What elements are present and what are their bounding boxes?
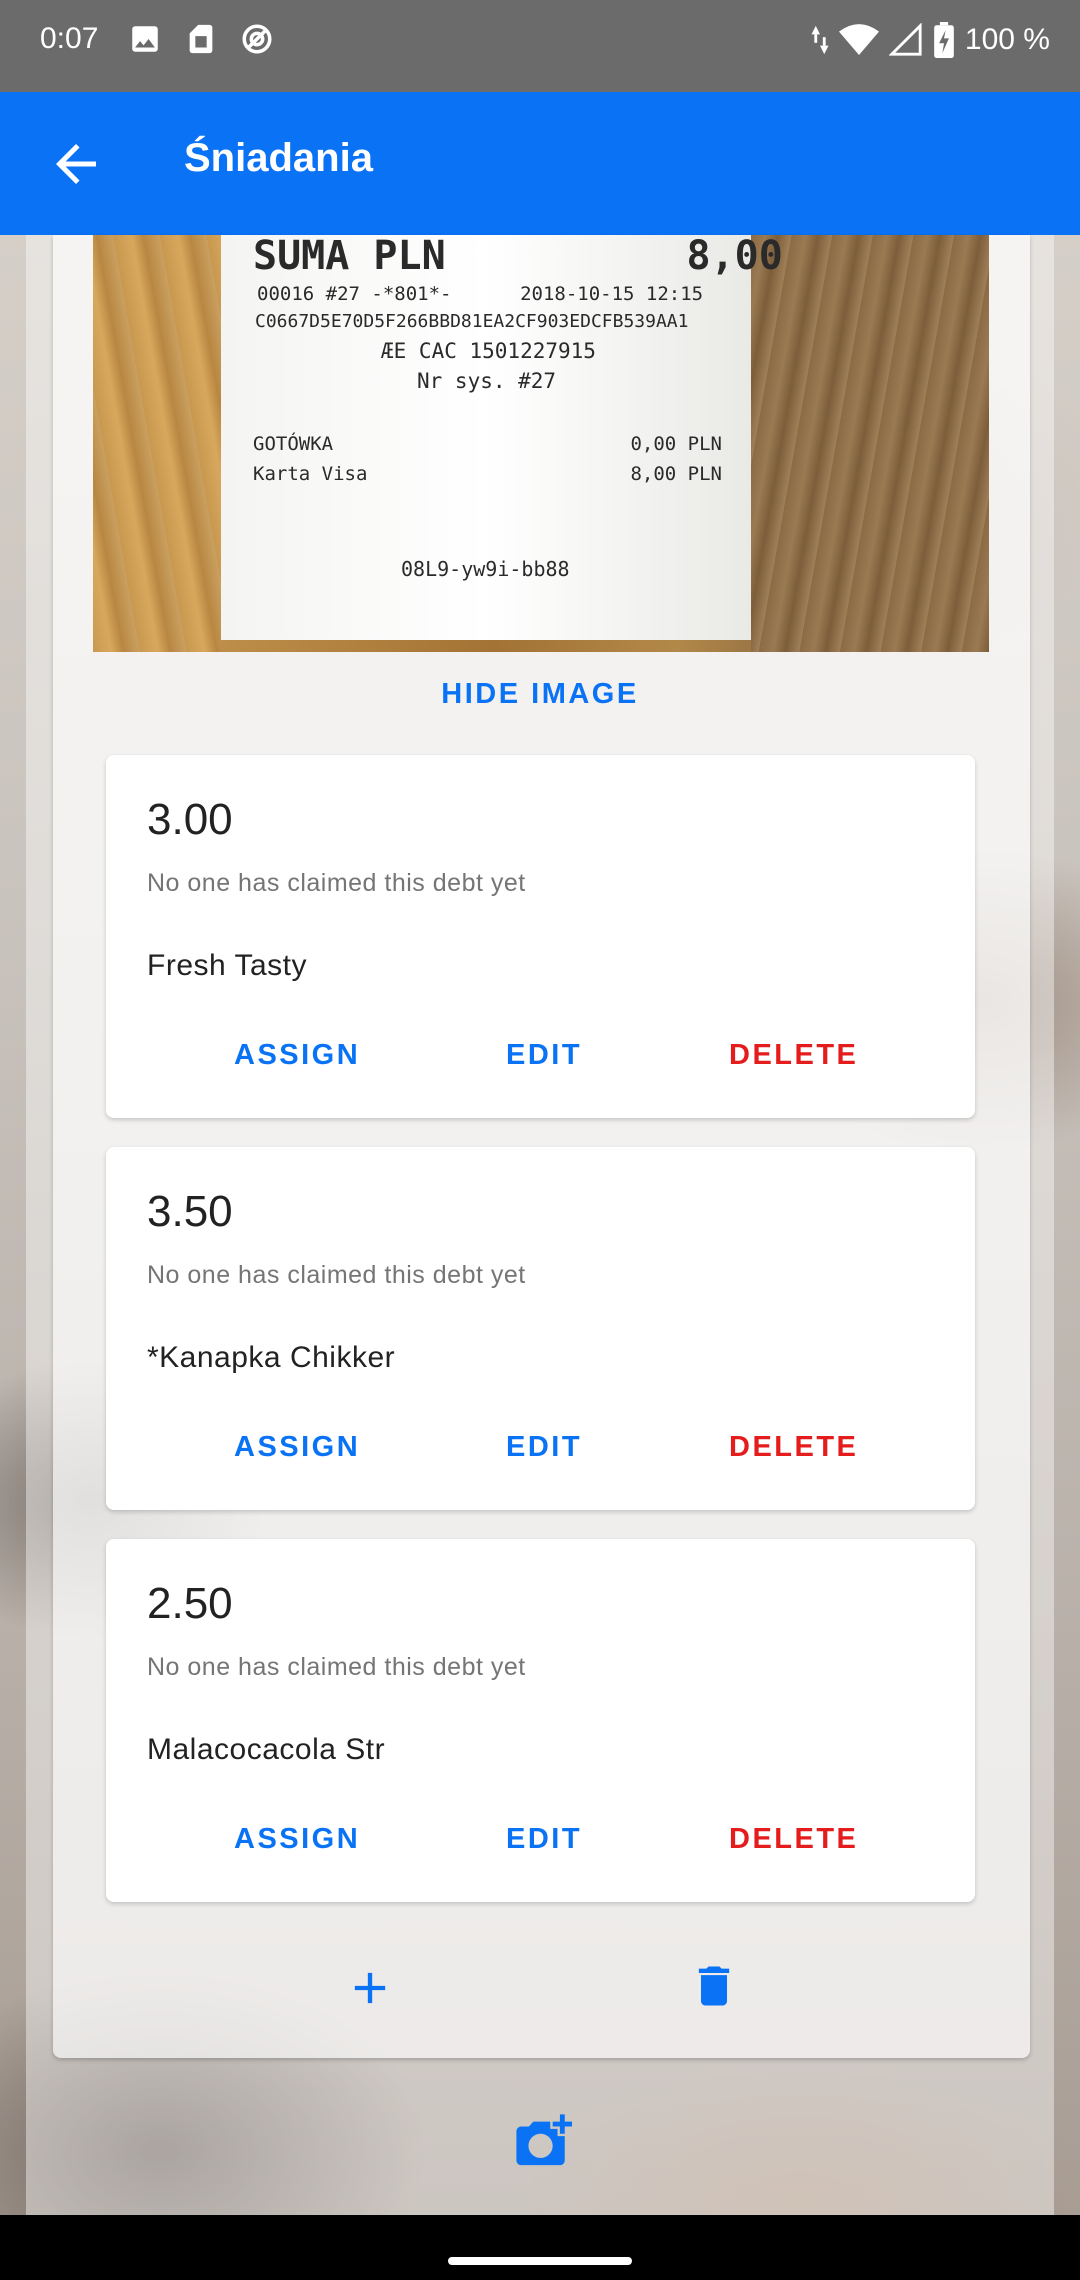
receipt-line: Nr sys. #27	[417, 369, 557, 393]
navigation-bar	[0, 2215, 1080, 2280]
edit-button[interactable]: EDIT	[506, 1823, 582, 1856]
sim-card-icon	[184, 22, 218, 56]
receipt-image: SUMA PLN 8,00 00016 #27 -*801*- 2018-10-…	[93, 235, 989, 652]
delete-button[interactable]: DELETE	[729, 1039, 858, 1072]
edit-button[interactable]: EDIT	[506, 1431, 582, 1464]
add-photo-icon[interactable]	[514, 2112, 572, 2175]
debt-amount: 3.00	[147, 795, 233, 844]
assign-button[interactable]: ASSIGN	[234, 1039, 360, 1072]
arrow-back-icon[interactable]	[46, 134, 106, 194]
trash-icon[interactable]	[688, 1960, 740, 2017]
receipt-line: ÆE CAC 1501227915	[381, 339, 596, 363]
notification-icons	[128, 22, 274, 56]
page-title: Śniadania	[184, 136, 373, 180]
delete-button[interactable]: DELETE	[729, 1431, 858, 1464]
debt-claim-status: No one has claimed this debt yet	[147, 1653, 526, 1681]
debt-claim-status: No one has claimed this debt yet	[147, 869, 526, 897]
receipt-line: C0667D5E70D5F266BBD81EA2CF903EDCFB539AA1	[255, 311, 689, 332]
receipt-line: 00016 #27 -*801*- 2018-10-15 12:15	[257, 283, 704, 305]
receipt-line: SUMA PLN 8,00	[253, 235, 783, 279]
data-transfer-icon	[811, 25, 829, 55]
debt-actions: ASSIGN EDIT DELETE	[106, 1039, 975, 1089]
debt-claim-status: No one has claimed this debt yet	[147, 1261, 526, 1289]
battery-percentage: 100 %	[964, 23, 1050, 56]
debt-card: 3.00 No one has claimed this debt yet Fr…	[106, 755, 975, 1118]
debt-name: *Kanapka Chikker	[147, 1341, 396, 1374]
receipt-line: 08L9-yw9i-bb88	[401, 557, 570, 581]
status-bar: 0:07 100 %	[0, 0, 1080, 92]
image-notification-icon	[128, 22, 162, 56]
home-gesture-handle[interactable]	[448, 2257, 632, 2265]
add-icon[interactable]	[344, 1962, 396, 2019]
assign-button[interactable]: ASSIGN	[234, 1431, 360, 1464]
system-status-icons: 100 %	[811, 22, 1050, 58]
debt-name: Fresh Tasty	[147, 949, 307, 982]
sync-icon	[240, 22, 274, 56]
receipt-line: GOTÓWKA 0,00 PLN	[253, 433, 722, 455]
status-time: 0:07	[40, 22, 99, 55]
assign-button[interactable]: ASSIGN	[234, 1823, 360, 1856]
debt-card: 3.50 No one has claimed this debt yet *K…	[106, 1147, 975, 1510]
app-bar: Śniadania	[0, 92, 1080, 235]
debt-name: Malacocacola Str	[147, 1733, 386, 1766]
delete-button[interactable]: DELETE	[729, 1823, 858, 1856]
debt-actions: ASSIGN EDIT DELETE	[106, 1823, 975, 1873]
receipt-paper: SUMA PLN 8,00 00016 #27 -*801*- 2018-10-…	[221, 235, 783, 640]
receipt-line: Karta Visa 8,00 PLN	[253, 463, 722, 485]
debt-amount: 3.50	[147, 1187, 233, 1236]
battery-charging-icon	[934, 22, 954, 58]
cell-signal-icon	[888, 23, 922, 56]
wifi-icon	[838, 24, 879, 55]
debt-card: 2.50 No one has claimed this debt yet Ma…	[106, 1539, 975, 1902]
debt-actions: ASSIGN EDIT DELETE	[106, 1431, 975, 1481]
debt-amount: 2.50	[147, 1579, 233, 1628]
hide-image-button[interactable]: HIDE IMAGE	[0, 678, 1080, 711]
edit-button[interactable]: EDIT	[506, 1039, 582, 1072]
